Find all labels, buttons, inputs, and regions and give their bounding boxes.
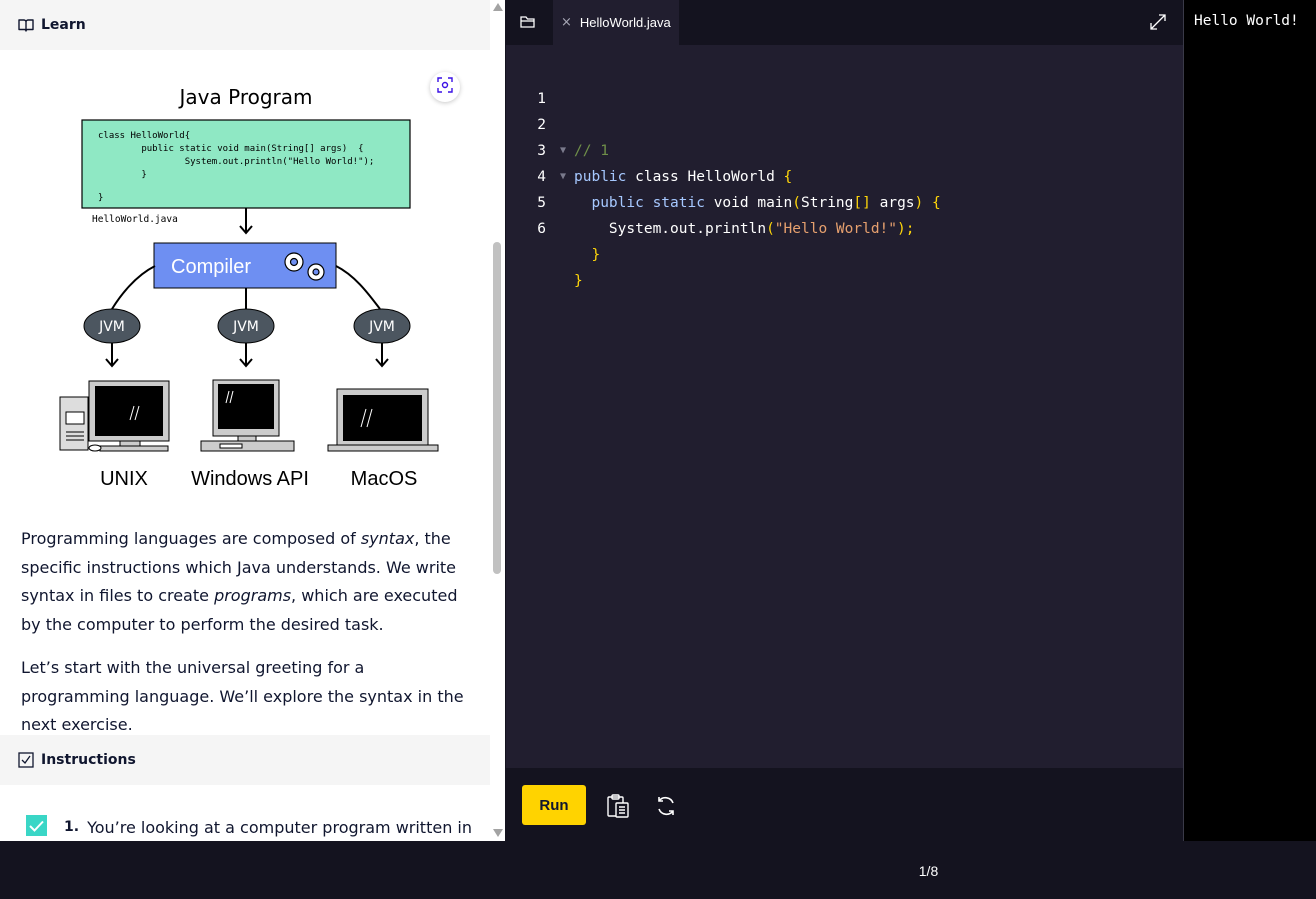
code-line: 2 ▼ public class HelloWorld { bbox=[506, 86, 1183, 185]
jvm-label-1: JVM bbox=[98, 319, 125, 335]
learn-header-label: Learn bbox=[41, 17, 86, 33]
lesson-paragraph-2: Let’s start with the universal greeting … bbox=[21, 658, 464, 734]
source-line-3: System.out.println("Hello World!"); bbox=[98, 157, 374, 167]
unix-computer-icon bbox=[59, 380, 170, 452]
source-line-2: public static void main(String[] args) { bbox=[98, 144, 364, 154]
source-line-1: class HelloWorld{ bbox=[98, 131, 190, 141]
p1-text-a: Programming languages are composed of bbox=[21, 529, 361, 548]
terminal-output: Hello World! bbox=[1194, 13, 1299, 29]
windows-computer-icon bbox=[200, 379, 295, 452]
learn-header: Learn bbox=[0, 0, 490, 50]
checkbox-icon bbox=[18, 752, 34, 768]
editor-tabbar: × HelloWorld.java bbox=[506, 0, 1183, 45]
code-paren: ( bbox=[766, 221, 775, 237]
clipboard-icon[interactable] bbox=[606, 793, 630, 819]
instructions-header: Instructions bbox=[0, 735, 490, 785]
line-number: 6 bbox=[537, 221, 546, 237]
run-bar: Run bbox=[506, 768, 1183, 841]
code-line: 5 } bbox=[506, 164, 1183, 263]
lesson-progress[interactable]: 1/8 bbox=[0, 863, 1316, 879]
source-file-label: HelloWorld.java bbox=[92, 214, 178, 225]
platform-macos: MacOS bbox=[351, 468, 418, 490]
code-brace: } bbox=[574, 247, 601, 263]
mac-laptop-icon bbox=[327, 388, 439, 452]
tab-helloworld-java[interactable]: × HelloWorld.java bbox=[553, 0, 679, 45]
code-string: "Hello World!" bbox=[774, 221, 898, 237]
folder-icon[interactable] bbox=[519, 13, 537, 31]
p1-term-syntax: syntax bbox=[360, 529, 415, 548]
expand-image-button[interactable] bbox=[430, 72, 460, 102]
step-text: You’re looking at a computer program wri… bbox=[87, 818, 472, 837]
compiler-label: Compiler bbox=[171, 256, 251, 278]
fullscreen-icon[interactable] bbox=[1149, 13, 1167, 31]
platform-windows: Windows API bbox=[191, 468, 309, 490]
footer: 1/8 bbox=[0, 841, 1316, 899]
instruction-step: 1. You’re looking at a computer program … bbox=[26, 812, 486, 837]
step-number: 1. bbox=[64, 819, 80, 835]
expand-image-icon bbox=[437, 77, 453, 97]
learn-scrollbar[interactable] bbox=[490, 0, 505, 841]
jvm-label-2: JVM bbox=[232, 319, 259, 335]
refresh-icon[interactable] bbox=[654, 794, 678, 818]
java-compilation-diagram: Java Program class HelloWorld{ public st… bbox=[59, 85, 439, 490]
code-text: System.out.println bbox=[608, 221, 767, 237]
lesson-paragraph-1: Programming languages are composed of sy… bbox=[21, 525, 471, 639]
diagram-title: Java Program bbox=[178, 85, 313, 109]
run-button[interactable]: Run bbox=[522, 785, 586, 825]
book-icon bbox=[18, 17, 34, 33]
code-line: 6 } bbox=[506, 190, 1183, 289]
code-brace: } bbox=[574, 273, 583, 289]
step-checkbox[interactable] bbox=[26, 815, 47, 836]
scroll-down-arrow[interactable] bbox=[493, 829, 503, 837]
instructions-header-label: Instructions bbox=[41, 752, 136, 768]
code-line: 1 // 1 bbox=[506, 60, 1183, 159]
scroll-thumb[interactable] bbox=[493, 242, 501, 574]
learn-panel: Learn Java Program class HelloWorld{ pub… bbox=[0, 0, 505, 841]
code-line: 3 ▼ public static void main(String[] arg… bbox=[506, 112, 1183, 211]
code-paren: ); bbox=[897, 221, 915, 237]
source-line-5: } bbox=[98, 193, 103, 203]
code-area[interactable]: 1 // 1 2 ▼ public class HelloWorld { 3 ▼… bbox=[506, 60, 1183, 289]
p1-term-programs: programs bbox=[214, 586, 292, 605]
source-line-4: } bbox=[98, 170, 147, 180]
platform-unix: UNIX bbox=[100, 468, 148, 490]
scroll-up-arrow[interactable] bbox=[493, 3, 503, 11]
code-line: 4 System.out.println("Hello World!"); bbox=[506, 138, 1183, 237]
jvm-label-3: JVM bbox=[368, 319, 395, 335]
code-editor: × HelloWorld.java 1 // 1 2 ▼ public clas… bbox=[506, 0, 1183, 841]
tab-label: HelloWorld.java bbox=[579, 15, 671, 30]
output-terminal: Hello World! bbox=[1184, 0, 1316, 841]
close-icon[interactable]: × bbox=[561, 15, 572, 30]
